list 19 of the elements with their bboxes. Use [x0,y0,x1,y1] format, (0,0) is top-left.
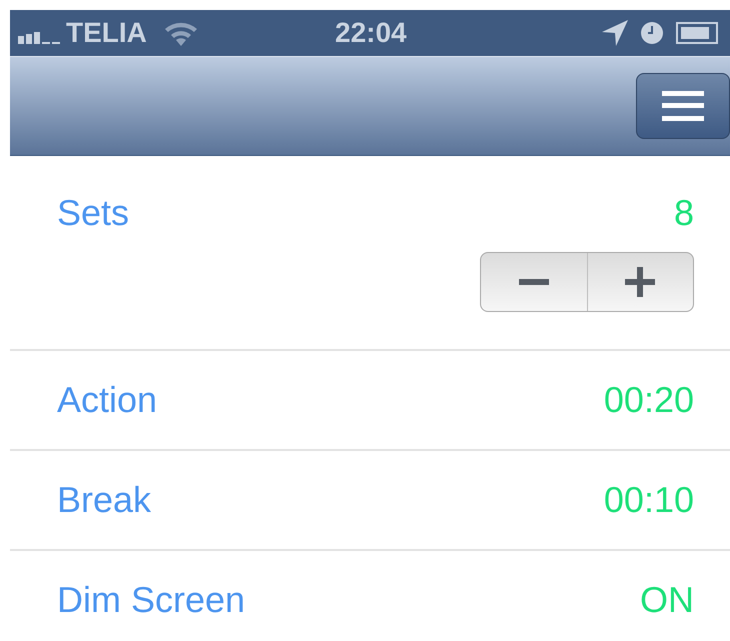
setting-label: Action [57,378,158,422]
minus-icon [518,279,549,285]
setting-value: 00:10 [604,478,694,522]
wifi-icon [162,20,199,46]
clock-time: 22:04 [335,16,407,50]
setting-label: Dim Screen [57,578,246,622]
setting-value: 8 [674,191,694,235]
clock-icon [640,21,664,45]
menu-button[interactable] [636,73,730,139]
signal-icon [18,30,62,44]
setting-label: Break [57,478,152,522]
menu-icon [662,91,704,121]
battery-icon [676,22,718,44]
plus-icon [625,267,656,297]
location-arrow-icon [602,20,628,46]
carrier-name: TELIA [66,16,147,50]
setting-value: ON [640,578,694,622]
setting-label: Sets [57,191,130,235]
setting-value: 00:20 [604,378,694,422]
